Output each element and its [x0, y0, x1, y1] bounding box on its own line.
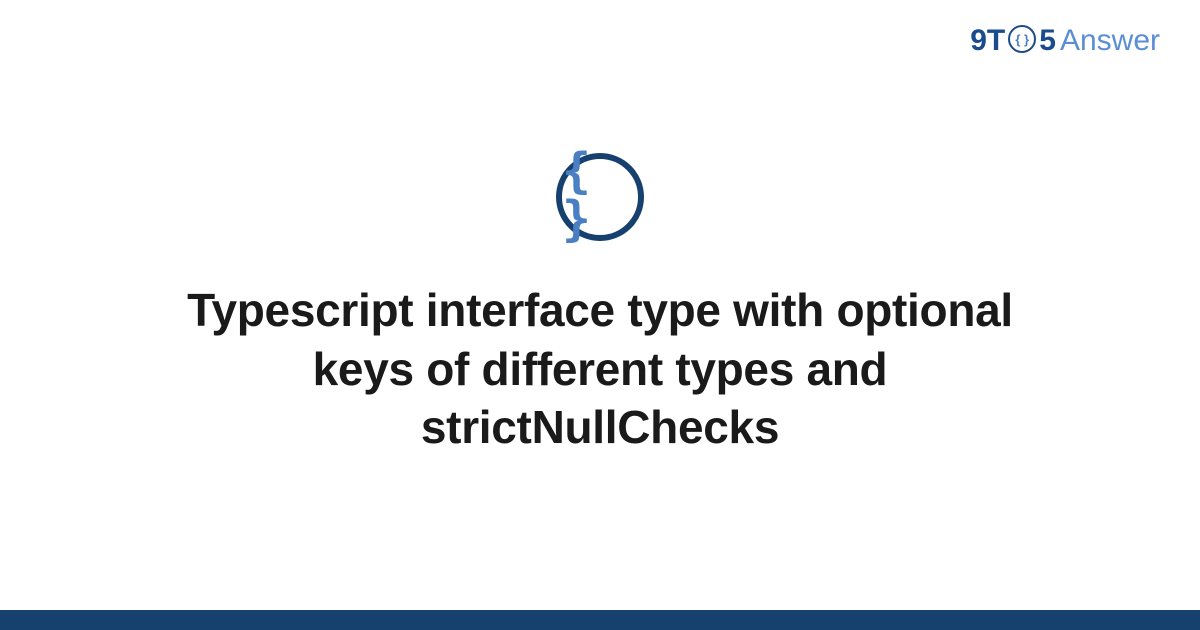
code-braces-icon: { }: [556, 153, 644, 241]
main-content: { } Typescript interface type with optio…: [0, 0, 1200, 610]
footer-accent-bar: [0, 610, 1200, 630]
braces-glyph: { }: [562, 147, 638, 243]
page-title: Typescript interface type with optional …: [140, 281, 1060, 458]
